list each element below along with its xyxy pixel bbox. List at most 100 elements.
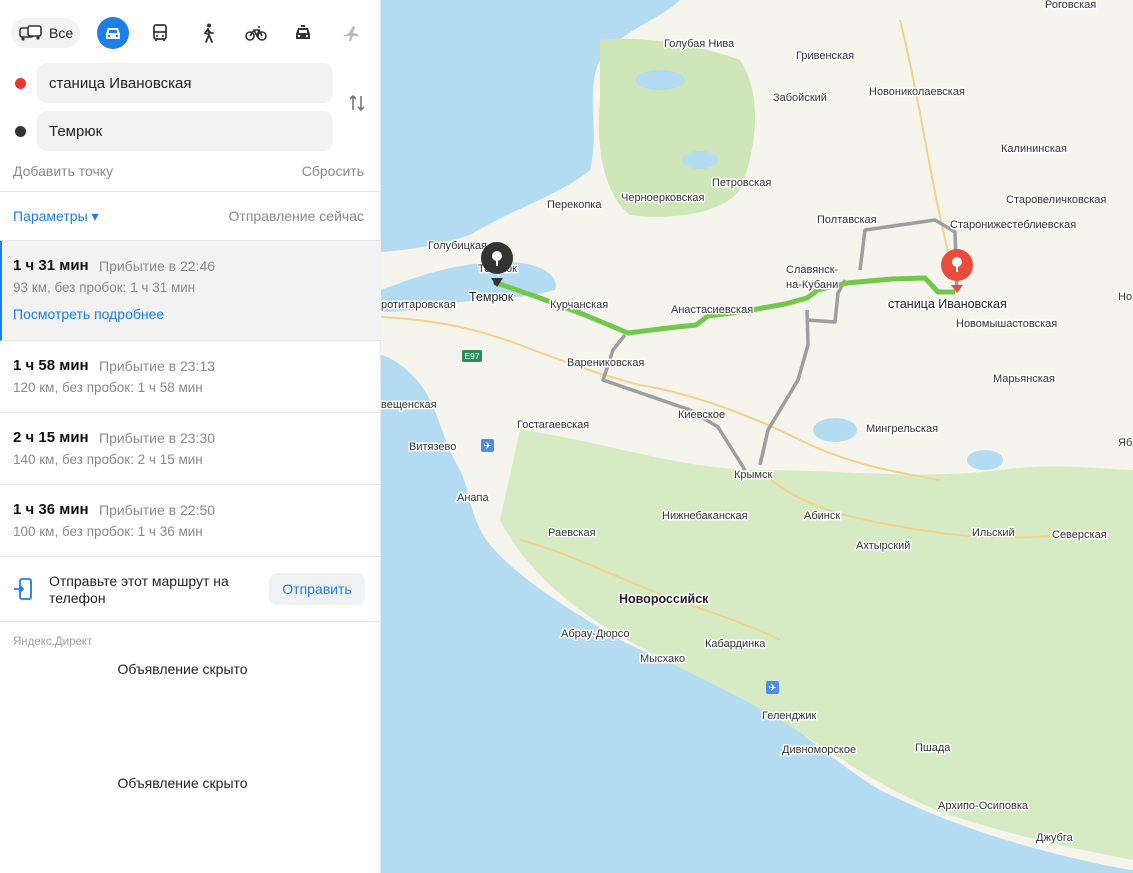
start-point-dot <box>493 280 499 286</box>
label-golubitskaya: Голубицкая <box>428 240 487 252</box>
route-option-3[interactable]: 2 ч 15 мин Прибытие в 23:30 140 км, без … <box>0 413 381 485</box>
label-slavyansk-2: на-Кубани <box>786 279 838 291</box>
route-arrival: Прибытие в 23:13 <box>99 358 216 374</box>
label-kurchanskaya: Курчанская <box>550 299 608 311</box>
route-distance: 120 км, без пробок: 1 ч 58 мин <box>13 380 203 395</box>
label-slavyansk: Славянск- <box>786 264 839 276</box>
label-ya: Яб <box>1118 437 1132 449</box>
ads-source-label: Яндекс.Директ <box>13 636 93 648</box>
route-arrival: Прибытие в 22:50 <box>99 502 216 518</box>
route-arrival: Прибытие в 22:46 <box>99 258 216 274</box>
label-abinsk: Абинск <box>804 510 840 522</box>
label-ilskij: Ильский <box>972 527 1015 539</box>
label-vityazevo: Витязево <box>409 441 456 453</box>
label-rogovskaya: Роговская <box>1045 0 1096 11</box>
lake <box>967 450 1003 470</box>
ad-hidden-1: Объявление скрыто <box>117 661 248 677</box>
divider <box>0 191 381 192</box>
route-duration: 1 ч 36 мин <box>13 501 89 518</box>
label-ivanovskaya: станица Ивановская <box>888 297 1007 311</box>
label-novomyshastovskaya: Новомышастовская <box>956 318 1057 330</box>
departure-time-link[interactable]: Отправление сейчас <box>229 208 364 224</box>
to-point-dot <box>15 126 26 137</box>
mode-car-button[interactable] <box>97 17 129 49</box>
route-duration: 1 ч 31 мин <box>13 257 89 274</box>
label-veschenskaya: вещенская <box>381 399 437 411</box>
to-point-value: Темрюк <box>49 122 103 140</box>
label-staronizhestebl: Старонижестеблиевская <box>950 219 1076 231</box>
route-arrival: Прибытие в 23:30 <box>99 430 216 446</box>
label-temryuk-pin: Темрюк <box>469 290 514 304</box>
label-myshako: Мысхако <box>640 653 685 665</box>
route-details-link[interactable]: Посмотреть подробнее <box>13 306 164 322</box>
mode-walk-button[interactable] <box>192 17 224 49</box>
from-point-value: станица Ивановская <box>49 74 192 92</box>
label-golubaya-niva: Голубая Нива <box>664 38 735 50</box>
label-mingrelskaya: Мингрельская <box>866 423 938 435</box>
params-dropdown[interactable]: Параметры ▾ <box>13 208 99 225</box>
label-dzhubga: Джубга <box>1036 832 1074 844</box>
to-point-input[interactable]: Темрюк <box>37 111 333 151</box>
label-raevskaya: Раевская <box>548 527 596 539</box>
label-petrovskaya: Петровская <box>712 177 771 189</box>
lake <box>682 151 718 169</box>
mode-bike-button[interactable] <box>240 17 272 49</box>
route-distance: 100 км, без пробок: 1 ч 36 мин <box>13 524 203 539</box>
route-duration: 1 ч 58 мин <box>13 357 89 374</box>
mode-all-label: Все <box>49 25 74 41</box>
label-gostagaevskaya: Гостагаевская <box>517 419 589 431</box>
mode-all-button[interactable]: Все <box>11 18 80 48</box>
airport-icon: ✈ <box>766 681 779 694</box>
swap-icon[interactable] <box>346 92 368 114</box>
plane-icon <box>343 26 359 41</box>
lake <box>813 418 857 442</box>
label-krymsk: Крымск <box>734 469 772 481</box>
route-option-1[interactable]: 1 ч 31 мин Прибытие в 22:46 93 км, без п… <box>0 241 381 341</box>
label-maryanskaya: Марьянская <box>993 373 1055 385</box>
ad-hidden-2: Объявление скрыто <box>117 775 248 791</box>
airport-icon: ✈ <box>481 439 494 452</box>
route-sidebar: Все станица Ивановская Темрюк Добавить т… <box>0 0 381 873</box>
route-distance: 140 км, без пробок: 2 ч 15 мин <box>13 452 203 467</box>
road-badge-e97: E97 <box>462 350 482 362</box>
label-nizhnebakanskaya: Нижнебаканская <box>662 510 748 522</box>
walk-icon <box>203 23 214 43</box>
label-starovelichkovskaya: Старовеличковская <box>1006 194 1106 206</box>
label-varenikovskaya: Варениковская <box>567 357 644 369</box>
reset-link[interactable]: Сбросить <box>302 163 364 179</box>
label-anapa: Анапа <box>457 492 489 504</box>
label-gelendzhik: Геленджик <box>762 710 817 722</box>
label-anastasievskaya: Анастасиевская <box>671 304 753 316</box>
label-frontitarovskaya: ротитаровская <box>381 299 456 311</box>
label-novonikolaevskaya: Новониколаевская <box>869 86 965 98</box>
label-pshada: Пшада <box>915 742 951 754</box>
transport-mode-bar: Все <box>0 0 381 62</box>
label-no: Но <box>1118 291 1132 303</box>
divider <box>0 621 381 622</box>
phone-send-icon <box>14 578 32 600</box>
mode-taxi-button[interactable] <box>287 17 319 49</box>
label-kievskoe: Киевское <box>678 409 725 421</box>
label-chernoerkovskaya: Черноерковская <box>621 192 704 204</box>
from-point-input[interactable]: станица Ивановская <box>37 63 333 103</box>
label-kabardinka: Кабардинка <box>705 638 766 650</box>
from-point-dot <box>15 78 26 89</box>
svg-text:E97: E97 <box>464 351 479 361</box>
label-arhipo: Архипо-Осиповка <box>938 800 1029 812</box>
label-zabojskij: Забойский <box>773 92 827 104</box>
add-point-link[interactable]: Добавить точку <box>13 163 113 179</box>
label-grivenskaya: Гривенская <box>796 50 854 62</box>
lake <box>635 70 685 90</box>
map-view[interactable]: ✈ ✈ E97 Роговская Голубая Нива Гривенска… <box>381 0 1133 873</box>
delta-marsh <box>598 38 755 217</box>
route-option-4[interactable]: 1 ч 36 мин Прибытие в 22:50 100 км, без … <box>0 485 381 557</box>
route-option-2[interactable]: 1 ч 58 мин Прибытие в 23:13 120 км, без … <box>0 341 381 413</box>
label-divnomorskoe: Дивноморское <box>782 744 856 756</box>
label-kalininskaya: Калининская <box>1001 143 1067 155</box>
send-button[interactable]: Отправить <box>269 573 365 605</box>
car-icon <box>106 28 120 39</box>
map-canvas[interactable]: ✈ ✈ E97 Роговская Голубая Нива Гривенска… <box>381 0 1133 873</box>
bus-icon <box>153 24 167 41</box>
mode-bus-button[interactable] <box>144 17 176 49</box>
mode-plane-button[interactable] <box>335 17 367 49</box>
